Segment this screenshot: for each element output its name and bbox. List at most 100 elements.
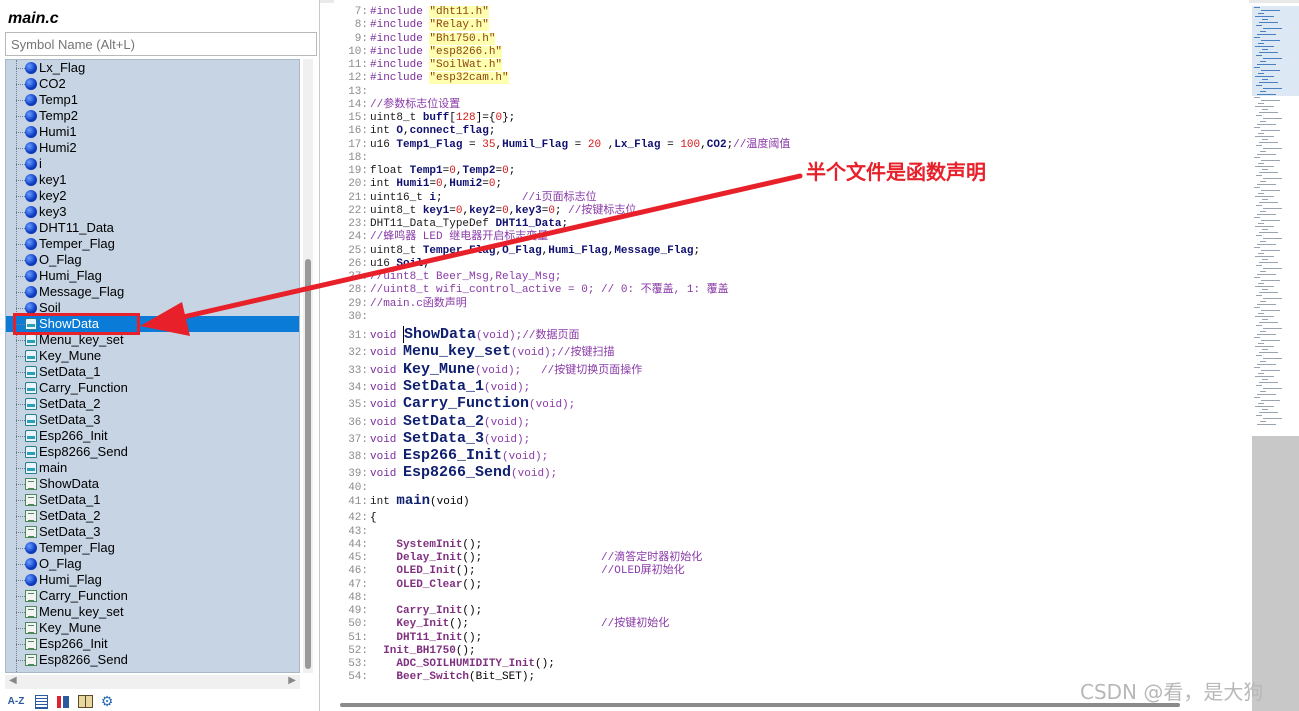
symbol-item[interactable]: key1 bbox=[6, 172, 299, 188]
code-line: 25: uint8_t Temper_Flag,O_Flag,Humi_Flag,… bbox=[334, 245, 700, 258]
symbol-item[interactable]: O_Flag bbox=[6, 556, 299, 572]
file-title: main.c bbox=[8, 10, 59, 27]
line-text: int main(void) bbox=[370, 493, 470, 510]
function-name[interactable]: SetData_2 bbox=[403, 413, 484, 430]
symbol-item[interactable]: Humi_Flag bbox=[6, 572, 299, 588]
symbol-item[interactable]: Key_Mune bbox=[6, 620, 299, 636]
symbol-item[interactable]: ShowData bbox=[6, 316, 299, 332]
variable-icon bbox=[25, 238, 37, 250]
code-minimap[interactable] bbox=[1252, 3, 1299, 436]
minimap-line bbox=[1261, 40, 1280, 41]
code-editor[interactable]: 7: #include "dht11.h" 8: #include "Relay.h"… bbox=[334, 0, 1249, 700]
minimap-line bbox=[1256, 235, 1262, 236]
symbol-item[interactable]: Temp1 bbox=[6, 92, 299, 108]
minimap-line bbox=[1261, 70, 1280, 71]
symbol-item[interactable]: Esp8266_Send bbox=[6, 652, 299, 668]
symbol-item[interactable]: SetData_3 bbox=[6, 412, 299, 428]
line-number: 30: bbox=[348, 310, 368, 323]
symbol-label: Humi1 bbox=[39, 124, 77, 139]
minimap-line bbox=[1261, 280, 1280, 281]
scroll-right-arrow-icon[interactable]: ▶ bbox=[288, 675, 296, 686]
function-name[interactable]: Key_Mune bbox=[403, 361, 475, 378]
symbol-item[interactable]: Humi_Flag bbox=[6, 268, 299, 284]
minimap-line bbox=[1258, 223, 1264, 224]
symbol-list-vertical-scrollbar[interactable] bbox=[303, 59, 313, 673]
line-text: Key_Init(); //按键初始化 bbox=[396, 618, 670, 631]
symbol-item[interactable]: SetData_2 bbox=[6, 396, 299, 412]
symbol-item[interactable]: Temp2 bbox=[6, 108, 299, 124]
code-line: 30: bbox=[334, 311, 370, 324]
minimap-line bbox=[1263, 238, 1282, 239]
minimap-line bbox=[1259, 82, 1278, 83]
gear-icon[interactable]: ⚙ bbox=[99, 693, 115, 710]
minimap-line bbox=[1254, 217, 1260, 218]
symbol-item[interactable]: key2 bbox=[6, 188, 299, 204]
symbol-item[interactable]: Temper_Flag bbox=[6, 540, 299, 556]
function-name[interactable]: Esp8266_Send bbox=[403, 464, 511, 481]
line-text: #include "esp8266.h" bbox=[370, 45, 503, 58]
minimap-line bbox=[1255, 76, 1274, 77]
editor-vertical-scrollbar[interactable] bbox=[1252, 436, 1299, 711]
minimap-line bbox=[1257, 154, 1276, 155]
minimap-line bbox=[1258, 343, 1264, 344]
symbol-item[interactable]: Key_Mune bbox=[6, 348, 299, 364]
tree-view-icon[interactable] bbox=[55, 694, 71, 710]
keyword: void bbox=[370, 330, 404, 342]
code-line: 20: int Humi1=0,Humi2=0; bbox=[334, 178, 502, 191]
symbol-item[interactable]: ShowData bbox=[6, 476, 299, 492]
code-line: 47: OLED_Clear(); bbox=[334, 579, 482, 592]
function-name[interactable]: SetData_3 bbox=[403, 430, 484, 447]
book-icon[interactable] bbox=[77, 694, 93, 710]
line-number: 29: bbox=[348, 297, 368, 310]
line-number: 14: bbox=[348, 98, 368, 111]
function-name[interactable]: Esp266_Init bbox=[403, 447, 502, 464]
symbol-item[interactable]: Menu_key_set bbox=[6, 604, 299, 620]
minimap-line bbox=[1261, 310, 1280, 311]
scroll-thumb[interactable] bbox=[305, 259, 311, 669]
symbol-item[interactable]: CO2 bbox=[6, 76, 299, 92]
function-reference-icon bbox=[25, 478, 37, 490]
symbol-item[interactable]: Humi2 bbox=[6, 140, 299, 156]
symbol-item[interactable]: Message_Flag bbox=[6, 284, 299, 300]
function-name[interactable]: SetData_1 bbox=[403, 378, 484, 395]
function-icon bbox=[25, 462, 37, 474]
symbol-item[interactable]: SetData_1 bbox=[6, 364, 299, 380]
symbol-item[interactable]: key3 bbox=[6, 204, 299, 220]
symbol-item[interactable]: Carry_Function bbox=[6, 380, 299, 396]
minimap-line bbox=[1254, 307, 1260, 308]
symbol-item[interactable]: Menu_key_set bbox=[6, 332, 299, 348]
function-icon bbox=[25, 350, 37, 362]
symbol-item[interactable]: SetData_1 bbox=[6, 492, 299, 508]
minimap-line bbox=[1262, 319, 1268, 320]
symbol-item[interactable]: Temper_Flag bbox=[6, 236, 299, 252]
function-name[interactable]: Menu_key_set bbox=[403, 343, 511, 360]
symbol-item[interactable]: Humi1 bbox=[6, 124, 299, 140]
line-text: //参数标志位设置 bbox=[370, 98, 461, 111]
sort-az-icon[interactable]: A-Z bbox=[5, 694, 27, 710]
symbol-item[interactable]: Esp8266_Send bbox=[6, 444, 299, 460]
symbol-item[interactable]: main bbox=[6, 460, 299, 476]
minimap-line bbox=[1259, 412, 1278, 413]
line-text: uint16_t i; //i页面标志位 bbox=[370, 191, 597, 204]
function-name[interactable]: Carry_Function bbox=[403, 395, 529, 412]
symbol-item[interactable]: Esp266_Init bbox=[6, 636, 299, 652]
function-name[interactable]: ShowData bbox=[403, 326, 477, 343]
minimap-line bbox=[1254, 277, 1260, 278]
symbol-item[interactable]: SetData_2 bbox=[6, 508, 299, 524]
symbol-item[interactable]: Carry_Function bbox=[6, 588, 299, 604]
symbol-item[interactable]: Lx_Flag bbox=[6, 60, 299, 76]
symbol-list-horizontal-scrollbar[interactable]: ◀ ▶ bbox=[5, 675, 300, 689]
symbol-item[interactable]: Soil bbox=[6, 300, 299, 316]
editor-horizontal-scrollbar[interactable] bbox=[340, 703, 1180, 707]
symbol-item[interactable]: O_Flag bbox=[6, 252, 299, 268]
line-text: OLED_Clear(); bbox=[396, 578, 483, 591]
symbol-search-input[interactable] bbox=[5, 32, 317, 56]
symbol-item[interactable]: i bbox=[6, 156, 299, 172]
symbol-item[interactable]: Esp266_Init bbox=[6, 428, 299, 444]
list-view-icon[interactable] bbox=[33, 694, 49, 710]
scroll-left-arrow-icon[interactable]: ◀ bbox=[9, 675, 17, 686]
symbol-item[interactable]: DHT11_Data bbox=[6, 220, 299, 236]
symbol-item[interactable]: SetData_3 bbox=[6, 524, 299, 540]
minimap-line bbox=[1263, 208, 1282, 209]
symbol-label: key1 bbox=[39, 172, 67, 187]
